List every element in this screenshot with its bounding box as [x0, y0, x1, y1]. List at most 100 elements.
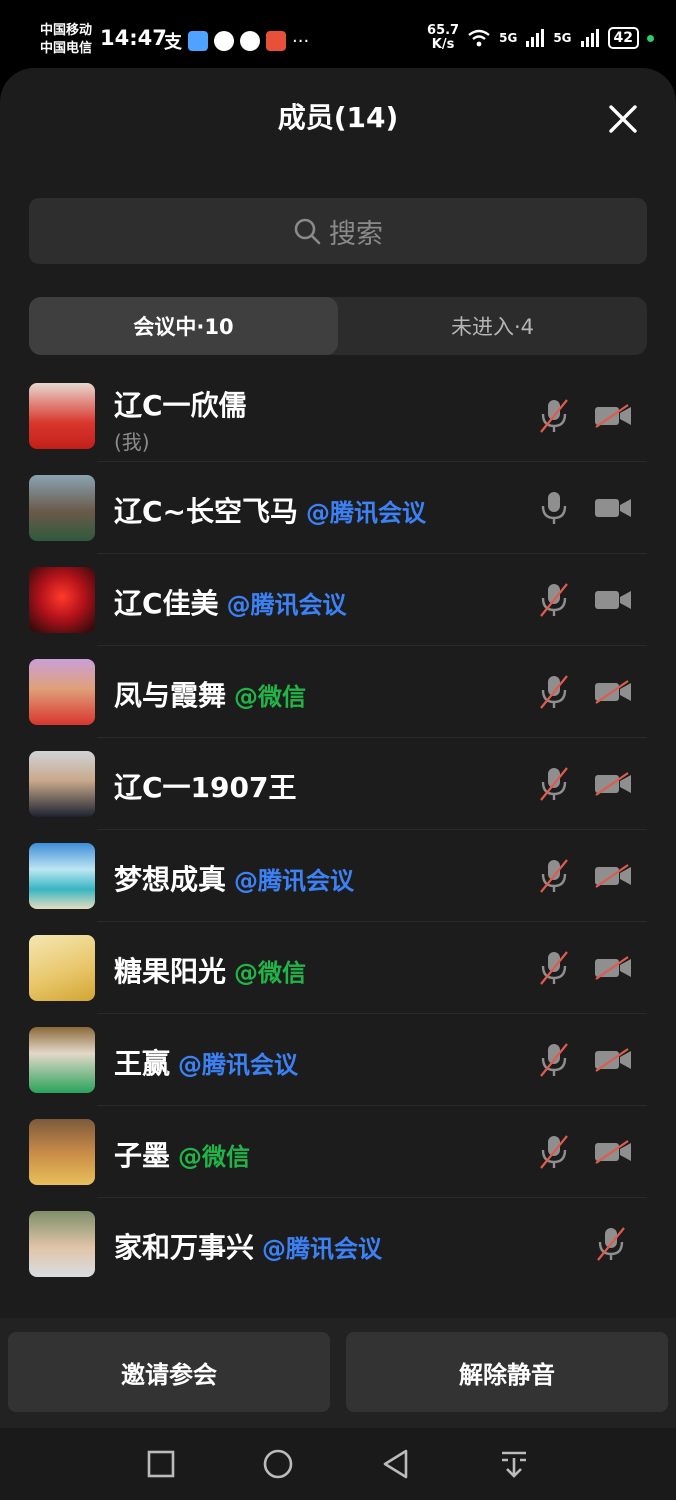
- member-row[interactable]: 梦想成真 @腾讯会议: [0, 830, 676, 922]
- avatar: [29, 567, 95, 633]
- member-name: 糖果阳光 @微信: [114, 950, 306, 990]
- action-bar: 邀请参会 解除静音: [0, 1318, 676, 1428]
- member-row[interactable]: 王赢 @腾讯会议: [0, 1014, 676, 1106]
- chat-icon: [214, 31, 234, 51]
- avatar: [29, 843, 95, 909]
- avatar: [29, 383, 95, 449]
- member-name-text: 王赢: [114, 1047, 171, 1080]
- member-source-label: @腾讯会议: [306, 499, 427, 527]
- member-name: 辽C一1907王: [114, 766, 296, 806]
- tab-not-joined[interactable]: 未进入·4: [338, 297, 647, 355]
- mic-muted-icon[interactable]: [537, 950, 571, 986]
- member-name: 梦想成真 @腾讯会议: [114, 858, 354, 898]
- wechat-icon: [240, 31, 260, 51]
- mic-muted-icon[interactable]: [537, 582, 571, 618]
- avatar: [29, 935, 95, 1001]
- member-name-text: 家和万事兴: [114, 1231, 255, 1264]
- mic-muted-icon[interactable]: [537, 1042, 571, 1078]
- camera-off-icon[interactable]: [594, 864, 632, 888]
- alipay-icon: 支: [164, 32, 182, 53]
- mic-muted-icon[interactable]: [537, 1134, 571, 1170]
- member-row[interactable]: 凤与霞舞 @微信: [0, 646, 676, 738]
- signal-bars-icon: [526, 29, 545, 47]
- status-bar: 中国移动 中国电信 14:47 支 ··· 65.7 K/s 5G 5G 42: [0, 0, 676, 68]
- avatar: [29, 1211, 95, 1277]
- close-icon[interactable]: [608, 104, 638, 134]
- carriers: 中国移动 中国电信: [40, 22, 92, 58]
- member-name-text: 糖果阳光: [114, 955, 227, 988]
- member-name-text: 梦想成真: [114, 863, 227, 896]
- net-speed-unit: K/s: [431, 37, 455, 52]
- wifi-icon: [468, 29, 490, 47]
- member-row[interactable]: 辽C一欣儒 (我): [0, 370, 676, 462]
- dropdown-icon[interactable]: [498, 1448, 530, 1480]
- mic-icon[interactable]: [537, 490, 571, 526]
- member-name-text: 辽C~长空飞马: [114, 495, 299, 528]
- system-nav-bar: [0, 1428, 676, 1500]
- member-source-label: @腾讯会议: [262, 1235, 383, 1263]
- search-icon: [294, 218, 321, 245]
- status-right: 65.7 K/s 5G 5G 42: [427, 24, 654, 52]
- notification-icons: 支 ···: [164, 28, 309, 54]
- member-name: 辽C~长空飞马 @腾讯会议: [114, 490, 426, 530]
- member-name: 凤与霞舞 @微信: [114, 674, 306, 714]
- member-name: 子墨 @微信: [114, 1134, 250, 1174]
- search-input[interactable]: 搜索: [29, 198, 647, 264]
- mic-muted-icon[interactable]: [537, 766, 571, 802]
- member-source-label: @微信: [234, 959, 307, 987]
- member-source-label: @微信: [178, 1143, 251, 1171]
- app-notify-icon-2: [266, 31, 286, 51]
- signal-2-label: 5G: [553, 31, 572, 45]
- mic-muted-icon[interactable]: [537, 674, 571, 710]
- invite-button[interactable]: 邀请参会: [8, 1332, 330, 1412]
- member-row[interactable]: 家和万事兴 @腾讯会议: [0, 1198, 676, 1290]
- camera-off-icon[interactable]: [594, 404, 632, 428]
- camera-off-icon[interactable]: [594, 956, 632, 980]
- mic-muted-icon[interactable]: [537, 858, 571, 894]
- member-list: 辽C一欣儒 (我) 辽C~长空飞马 @腾讯会议 辽C佳美 @腾讯会议 凤与霞舞 …: [0, 370, 676, 1290]
- member-source-label: @腾讯会议: [234, 867, 355, 895]
- mic-muted-icon[interactable]: [594, 1226, 628, 1262]
- camera-icon[interactable]: [594, 588, 632, 612]
- avatar: [29, 1027, 95, 1093]
- privacy-dot-icon: [647, 34, 654, 42]
- home-circle-icon[interactable]: [262, 1448, 294, 1480]
- back-icon[interactable]: [380, 1448, 412, 1480]
- member-name-text: 子墨: [114, 1139, 171, 1172]
- member-name-text: 辽C一1907王: [114, 771, 297, 804]
- member-source-label: @微信: [234, 683, 307, 711]
- signal-bars-icon-2: [580, 29, 599, 47]
- signal-1-label: 5G: [499, 31, 518, 45]
- carrier-1: 中国移动: [40, 23, 93, 38]
- member-name-text: 辽C佳美: [114, 587, 219, 620]
- member-name: 家和万事兴 @腾讯会议: [114, 1226, 382, 1266]
- clock: 14:47: [100, 26, 167, 50]
- mic-muted-icon[interactable]: [537, 398, 571, 434]
- page-title: 成员(14): [277, 101, 399, 134]
- camera-off-icon[interactable]: [594, 772, 632, 796]
- recent-apps-square-icon[interactable]: [145, 1448, 177, 1480]
- search-placeholder: 搜索: [329, 218, 383, 250]
- camera-off-icon[interactable]: [594, 1048, 632, 1072]
- app-notify-icon: [188, 31, 208, 51]
- member-row[interactable]: 糖果阳光 @微信: [0, 922, 676, 1014]
- member-source-label: @腾讯会议: [226, 591, 347, 619]
- camera-icon[interactable]: [594, 496, 632, 520]
- net-speed: 65.7 K/s: [427, 24, 459, 52]
- tab-in-meeting[interactable]: 会议中·10: [29, 297, 338, 355]
- net-speed-value: 65.7: [427, 23, 460, 38]
- member-source-label: @腾讯会议: [178, 1051, 299, 1079]
- member-tabs: 会议中·10 未进入·4: [29, 297, 647, 355]
- unmute-button[interactable]: 解除静音: [346, 1332, 668, 1412]
- member-name: 王赢 @腾讯会议: [114, 1042, 298, 1082]
- member-row[interactable]: 辽C~长空飞马 @腾讯会议: [0, 462, 676, 554]
- member-self-label: (我): [114, 430, 150, 454]
- member-row[interactable]: 辽C一1907王: [0, 738, 676, 830]
- camera-off-icon[interactable]: [594, 680, 632, 704]
- battery-icon: 42: [607, 27, 639, 49]
- avatar: [29, 1119, 95, 1185]
- member-row[interactable]: 辽C佳美 @腾讯会议: [0, 554, 676, 646]
- member-row[interactable]: 子墨 @微信: [0, 1106, 676, 1198]
- more-icon: ···: [292, 30, 310, 52]
- camera-off-icon[interactable]: [594, 1140, 632, 1164]
